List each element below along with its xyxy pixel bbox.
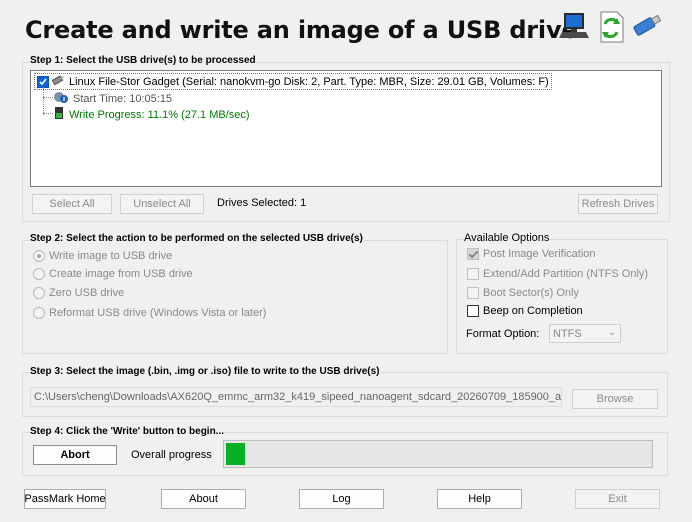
write-progress-text: Write Progress: 11.1% (27.1 MB/sec) <box>69 108 250 121</box>
log-button[interactable]: Log <box>299 489 384 509</box>
radio-dot[interactable] <box>33 268 45 280</box>
available-options-label: Available Options <box>464 232 550 244</box>
abort-button[interactable]: Abort <box>33 445 117 465</box>
checkbox-label: Beep on Completion <box>483 305 583 317</box>
drives-selected-text: Drives Selected: 1 <box>217 197 307 209</box>
unselect-all-button[interactable]: Unselect All <box>120 194 204 214</box>
checkbox-label: Extend/Add Partition (NTFS Only) <box>483 268 649 280</box>
tree-connector <box>43 87 44 115</box>
battery-progress-icon <box>53 106 65 123</box>
computer-icon <box>558 10 590 45</box>
step2-label: Step 2: Select the action to be performe… <box>30 233 363 244</box>
drive-row[interactable]: Linux File-Stor Gadget (Serial: nanokvm-… <box>34 73 552 90</box>
checkbox-box[interactable] <box>467 248 479 260</box>
post-verify-checkbox[interactable]: Post Image Verification <box>467 248 596 260</box>
progress-fill <box>226 443 245 465</box>
checkbox-box[interactable] <box>467 305 479 317</box>
extend-partition-checkbox[interactable]: Extend/Add Partition (NTFS Only) <box>467 268 648 280</box>
checkbox-label: Boot Sector(s) Only <box>483 287 579 299</box>
exit-button[interactable]: Exit <box>575 489 660 509</box>
boot-sector-checkbox[interactable]: Boot Sector(s) Only <box>467 287 579 299</box>
step4-label: Step 4: Click the 'Write' button to begi… <box>30 426 225 437</box>
chevron-down-icon: ⌄ <box>607 327 616 338</box>
start-time-text: Start Time: 10:05:15 <box>73 92 173 105</box>
tree-connector <box>43 97 53 98</box>
tree-connector <box>43 113 53 114</box>
drive-checkbox[interactable] <box>37 75 49 88</box>
write-progress-row: Write Progress: 11.1% (27.1 MB/sec) <box>53 106 250 123</box>
start-time-row: Start Time: 10:05:15 <box>53 90 172 107</box>
beep-checkbox[interactable]: Beep on Completion <box>467 305 583 317</box>
format-option-select[interactable]: NTFS ⌄ <box>549 324 621 343</box>
radio-dot[interactable] <box>33 250 45 262</box>
image-path-field[interactable]: C:\Users\cheng\Downloads\AX620Q_emmc_arm… <box>30 387 562 407</box>
radio-label: Write image to USB drive <box>49 250 173 262</box>
radio-label: Zero USB drive <box>49 287 125 299</box>
clock-info-icon <box>53 90 69 107</box>
radio-label: Reformat USB drive (Windows Vista or lat… <box>49 307 267 319</box>
help-button[interactable]: Help <box>437 489 522 509</box>
create-image-radio[interactable]: Create image from USB drive <box>33 268 193 280</box>
drive-icon <box>51 74 66 89</box>
drive-tree[interactable]: Linux File-Stor Gadget (Serial: nanokvm-… <box>30 70 662 187</box>
radio-dot[interactable] <box>33 287 45 299</box>
step3-label: Step 3: Select the image (.bin, .img or … <box>30 366 380 377</box>
usb-drive-icon <box>630 10 664 43</box>
zero-drive-radio[interactable]: Zero USB drive <box>33 287 124 299</box>
step1-label: Step 1: Select the USB drive(s) to be pr… <box>30 55 256 66</box>
select-all-button[interactable]: Select All <box>32 194 112 214</box>
format-option-value: NTFS <box>553 327 582 340</box>
refresh-document-icon <box>595 10 627 47</box>
overall-progress-bar <box>223 440 653 468</box>
format-option-label: Format Option: <box>466 328 540 340</box>
refresh-drives-button[interactable]: Refresh Drives <box>578 194 658 214</box>
reformat-drive-radio[interactable]: Reformat USB drive (Windows Vista or lat… <box>33 307 266 319</box>
browse-button[interactable]: Browse <box>572 389 658 409</box>
overall-progress-label: Overall progress <box>131 449 212 461</box>
passmark-home-button[interactable]: PassMark Home <box>24 489 106 509</box>
radio-label: Create image from USB drive <box>49 268 193 280</box>
drive-label: Linux File-Stor Gadget (Serial: nanokvm-… <box>69 75 549 88</box>
checkbox-box[interactable] <box>467 287 479 299</box>
radio-dot[interactable] <box>33 307 45 319</box>
checkbox-box[interactable] <box>467 268 479 280</box>
about-button[interactable]: About <box>161 489 246 509</box>
checkbox-label: Post Image Verification <box>483 248 596 260</box>
page-title: Create and write an image of a USB drive <box>25 16 578 44</box>
write-image-radio[interactable]: Write image to USB drive <box>33 250 172 262</box>
